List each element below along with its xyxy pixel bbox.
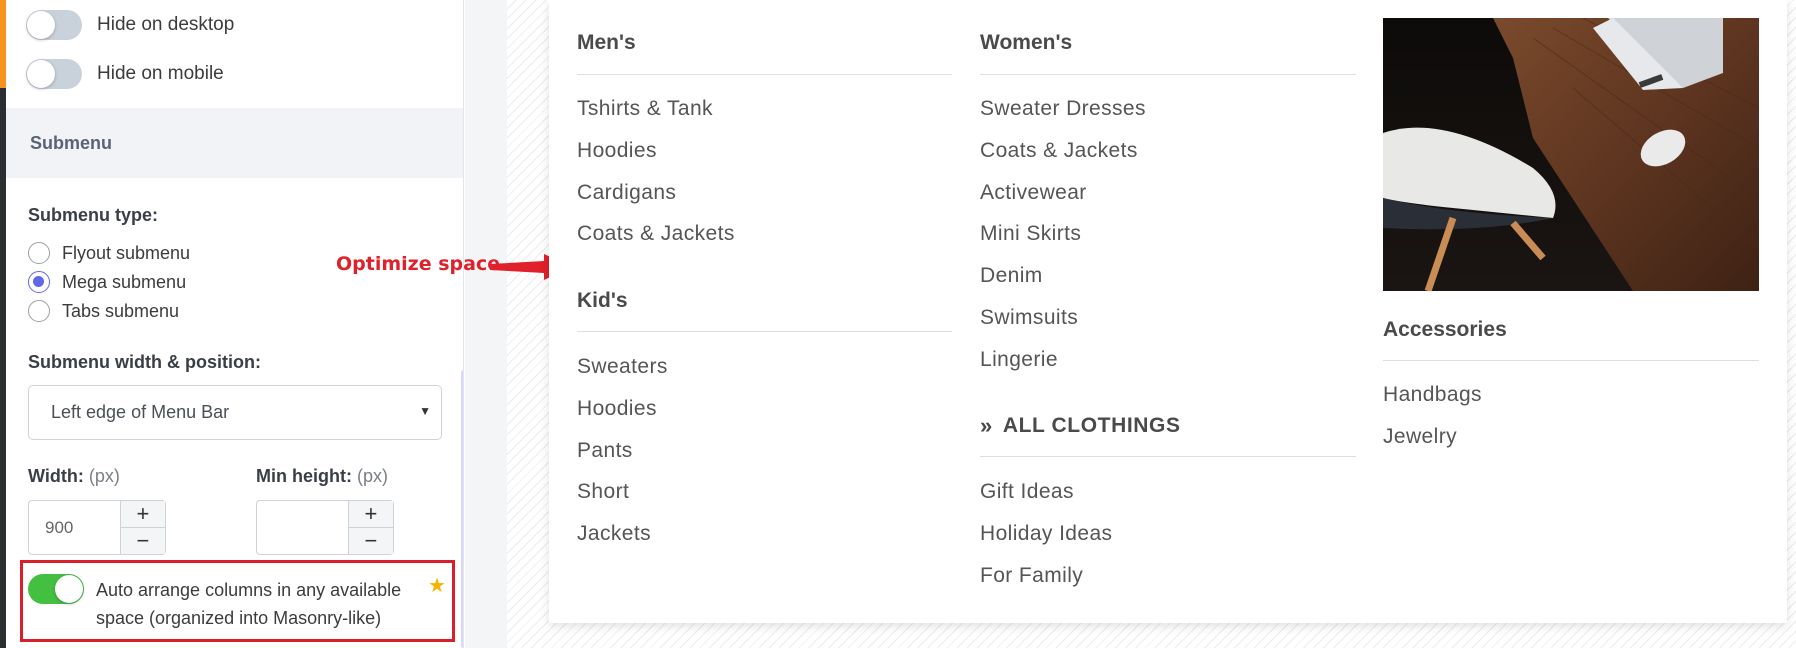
hide-desktop-row: Hide on desktop — [26, 10, 234, 40]
menu-link[interactable]: Hoodies — [577, 139, 657, 163]
menu-link[interactable]: Swimsuits — [980, 306, 1078, 330]
auto-arrange-toggle[interactable] — [28, 574, 84, 604]
min-height-label-text: Min height: — [256, 466, 352, 486]
star-icon: ★ — [428, 575, 446, 597]
menu-link[interactable]: Lingerie — [980, 348, 1058, 372]
width-stepper: 900 + − — [28, 500, 166, 555]
width-position-label: Submenu width & position: — [28, 352, 261, 372]
menu-link[interactable]: Pants — [577, 439, 633, 463]
radio-label: Flyout submenu — [62, 242, 191, 263]
womens-divider — [980, 74, 1356, 75]
auto-arrange-row: Auto arrange columns in any available sp… — [28, 574, 426, 632]
width-label-text: Width: — [28, 466, 84, 486]
accessories-divider — [1383, 360, 1759, 361]
width-increment-button[interactable]: + — [120, 501, 165, 527]
menu-link[interactable]: Handbags — [1383, 383, 1482, 407]
min-height-stepper: + − — [256, 500, 394, 555]
all-clothings-divider — [980, 456, 1356, 457]
radio-button[interactable] — [28, 300, 50, 322]
womens-heading[interactable]: Women's — [980, 31, 1072, 55]
mens-heading[interactable]: Men's — [577, 31, 636, 55]
submenu-section-header[interactable]: Submenu — [6, 108, 463, 178]
menu-link[interactable]: Coats & Jackets — [980, 139, 1138, 163]
hide-mobile-toggle[interactable] — [26, 59, 82, 89]
radio-flyout-submenu[interactable]: Flyout submenu — [28, 242, 190, 264]
width-decrement-button[interactable]: − — [120, 527, 165, 554]
kids-divider — [577, 331, 952, 332]
min-height-decrement-button[interactable]: − — [348, 527, 393, 554]
menu-link[interactable]: Sweaters — [577, 355, 668, 379]
menu-link[interactable]: Short — [577, 480, 629, 504]
menu-link[interactable]: For Family — [980, 564, 1083, 588]
hide-desktop-label: Hide on desktop — [97, 14, 235, 35]
submenu-type-label: Submenu type: — [28, 205, 159, 225]
menu-link[interactable]: Activewear — [980, 181, 1087, 205]
min-height-increment-button[interactable]: + — [348, 501, 393, 527]
radio-mega-submenu[interactable]: Mega submenu — [28, 271, 186, 293]
menu-link[interactable]: Tshirts & Tank — [577, 97, 713, 121]
accessories-heading[interactable]: Accessories — [1383, 318, 1507, 342]
menu-link[interactable]: Holiday Ideas — [980, 522, 1112, 546]
width-unit: (px) — [88, 466, 120, 486]
menu-link[interactable]: Coats & Jackets — [577, 222, 735, 246]
menu-link[interactable]: Sweater Dresses — [980, 97, 1146, 121]
width-input[interactable]: 900 — [29, 501, 120, 554]
menu-link[interactable]: Denim — [980, 264, 1043, 288]
width-position-select[interactable]: Left edge of Menu Bar ▼ — [28, 385, 442, 440]
menu-link[interactable]: Mini Skirts — [980, 222, 1081, 246]
radio-tabs-submenu[interactable]: Tabs submenu — [28, 300, 179, 322]
all-clothings-label: ALL CLOTHINGS — [1002, 414, 1181, 437]
panel-scrollbar[interactable] — [461, 370, 463, 648]
menu-link[interactable]: Gift Ideas — [980, 480, 1074, 504]
min-height-input[interactable] — [257, 501, 348, 554]
kids-heading[interactable]: Kid's — [577, 289, 628, 313]
radio-button[interactable] — [28, 242, 50, 264]
hide-mobile-row: Hide on mobile — [26, 59, 224, 89]
width-position-value: Left edge of Menu Bar — [51, 402, 230, 422]
menu-link[interactable]: Jackets — [577, 522, 651, 546]
hide-mobile-label: Hide on mobile — [97, 63, 224, 84]
menu-link[interactable]: Hoodies — [577, 397, 657, 421]
min-height-label: Min height: (px) — [256, 466, 388, 487]
optimize-space-annotation: Optimize space — [336, 253, 501, 275]
caret-down-icon: ▼ — [419, 404, 431, 418]
width-label: Width: (px) — [28, 466, 120, 487]
submenu-section-title: Submenu — [30, 132, 113, 153]
menu-link[interactable]: Jewelry — [1383, 425, 1457, 449]
all-clothings-heading[interactable]: » ALL CLOTHINGS — [980, 413, 1181, 439]
radio-button-checked[interactable] — [28, 271, 50, 293]
double-chevron-right-icon: » — [980, 413, 993, 438]
radio-label: Tabs submenu — [62, 300, 180, 321]
radio-label: Mega submenu — [62, 271, 187, 292]
auto-arrange-label: Auto arrange columns in any available sp… — [96, 580, 402, 628]
desk-photo-image — [1383, 18, 1759, 291]
menu-link[interactable]: Cardigans — [577, 181, 676, 205]
settings-panel: Hide on desktop Hide on mobile Submenu S… — [6, 0, 464, 648]
mens-divider — [577, 74, 952, 75]
min-height-unit: (px) — [357, 466, 388, 486]
desk-photo — [1383, 18, 1759, 291]
hide-desktop-toggle[interactable] — [26, 10, 82, 40]
